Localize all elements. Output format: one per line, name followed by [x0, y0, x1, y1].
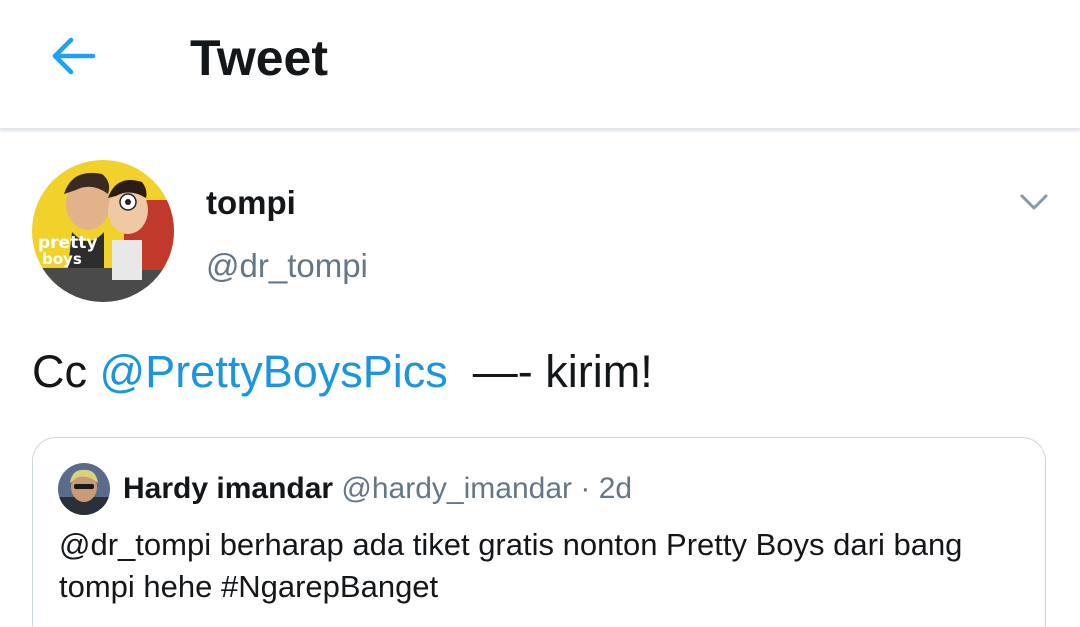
quoted-tweet-header: Hardy imandar @hardy_imandar · 2d	[123, 470, 632, 508]
tweet-text: Cc @PrettyBoysPics —- kirim!	[32, 344, 653, 400]
quoted-tweet-text: @dr_tompi berharap ada tiket gratis nont…	[59, 527, 963, 604]
chevron-down-icon	[1020, 194, 1048, 210]
page-title: Tweet	[190, 30, 328, 86]
tweet-text-prefix: Cc	[32, 346, 100, 397]
tweet-detail-screen: Tweet pretty boys tompi @dr_tompi Cc @Pr…	[0, 0, 1080, 627]
author-avatar[interactable]: pretty boys	[32, 160, 174, 302]
author-handle[interactable]: @dr_tompi	[206, 246, 368, 286]
quoted-author-handle: @hardy_imandar	[341, 472, 572, 505]
author-display-name[interactable]: tompi	[206, 183, 296, 223]
quoted-author-name: Hardy imandar	[123, 472, 334, 505]
arrow-left-icon	[52, 37, 96, 75]
svg-text:boys: boys	[42, 250, 82, 268]
mention-link[interactable]: @PrettyBoysPics	[100, 346, 448, 397]
back-button[interactable]	[40, 26, 106, 86]
separator-dot: ·	[580, 472, 591, 505]
tweet-options-button[interactable]	[1012, 184, 1056, 220]
top-app-bar: Tweet	[0, 0, 1080, 129]
quoted-tweet-card[interactable]: Hardy imandar @hardy_imandar · 2d @dr_to…	[32, 437, 1046, 627]
quoted-author-avatar	[58, 463, 110, 515]
quoted-tweet-time: 2d	[598, 472, 633, 505]
tweet-text-suffix: —- kirim!	[447, 346, 653, 397]
